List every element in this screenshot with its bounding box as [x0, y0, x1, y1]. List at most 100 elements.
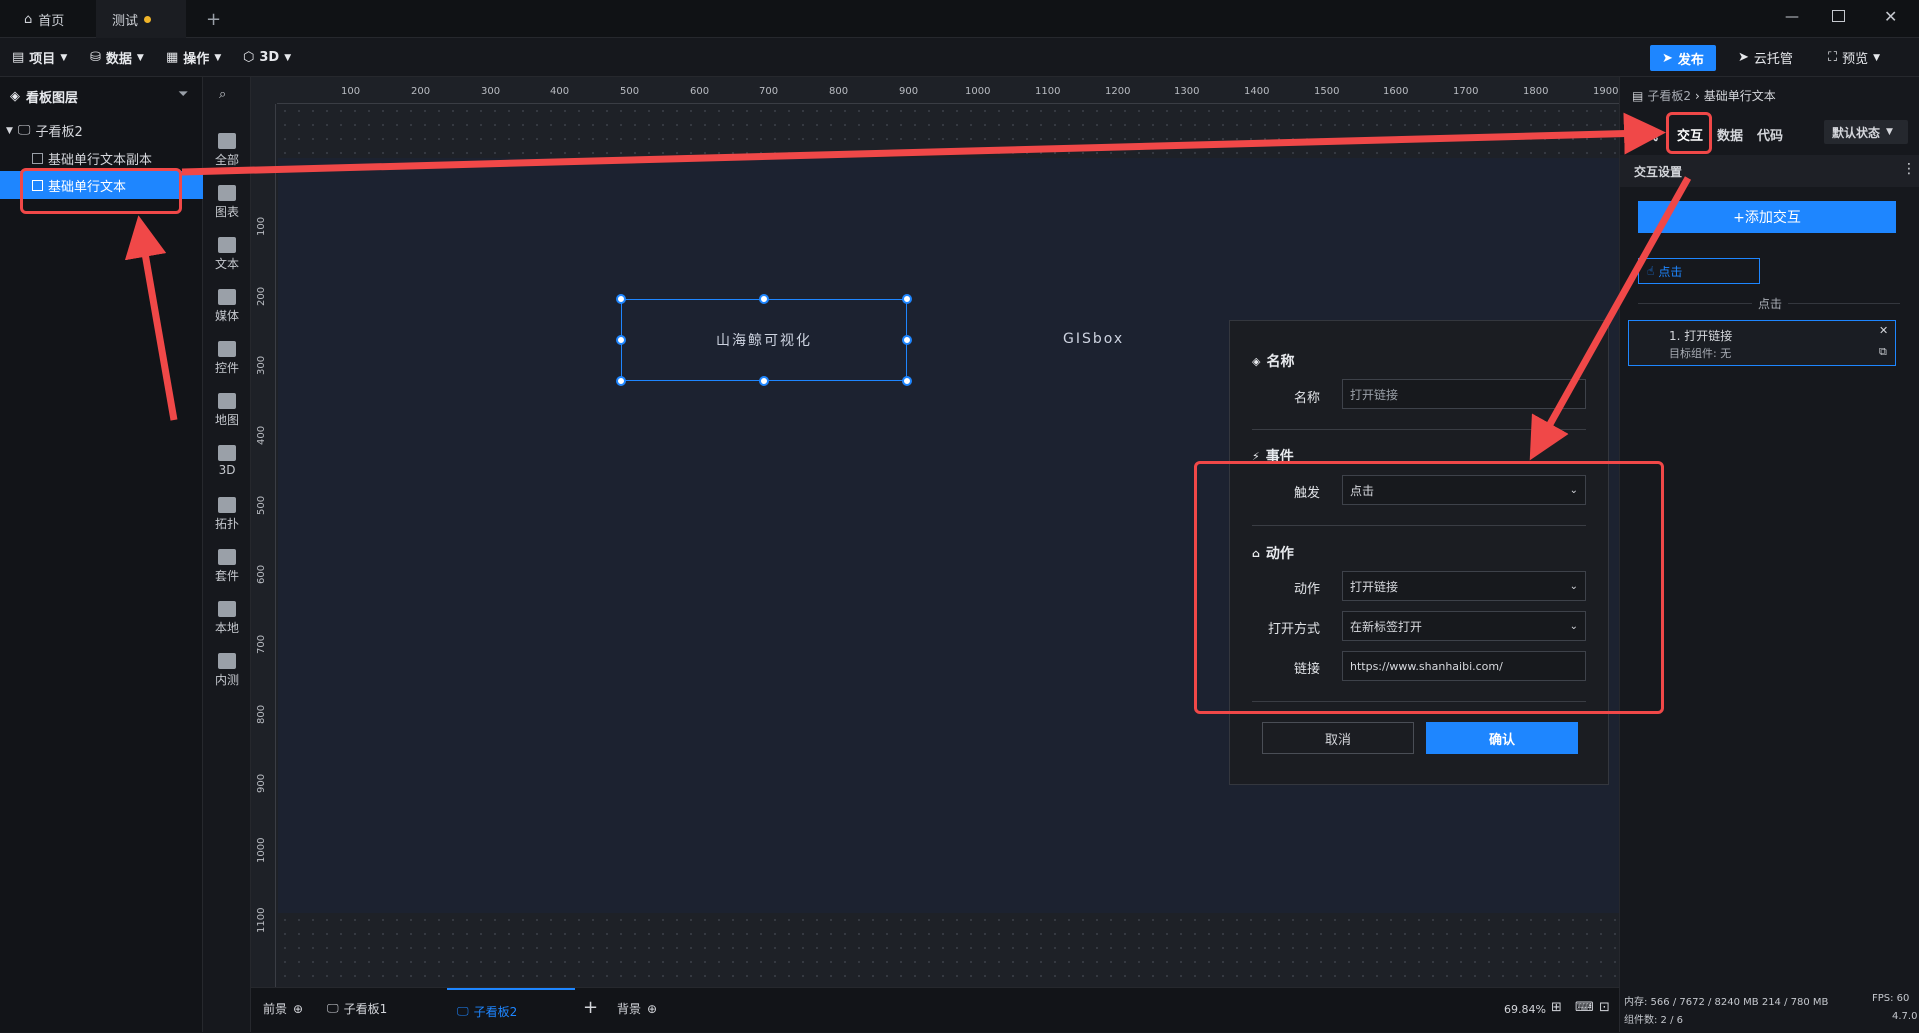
- annotation-box-dialog: [1194, 461, 1664, 714]
- project-icon: ▤: [12, 50, 25, 65]
- chevron-down-icon: ▼: [214, 52, 222, 63]
- close-icon[interactable]: ✕: [1879, 324, 1888, 337]
- component-all[interactable]: 全部: [203, 133, 251, 168]
- resize-handle[interactable]: [759, 294, 769, 304]
- section-title: 交互设置: [1634, 165, 1683, 179]
- menu-operate[interactable]: ▦ 操作 ▼: [166, 38, 221, 77]
- cube-icon: [218, 445, 236, 461]
- grid-icon: [218, 133, 236, 149]
- send-icon: ➤: [1738, 50, 1749, 65]
- layer-group-root[interactable]: ▼ 🖵 子看板2: [6, 121, 83, 140]
- resize-handle[interactable]: [759, 376, 769, 386]
- pointer-icon: ☝: [1647, 264, 1655, 278]
- chevron-down-icon: ▼: [60, 52, 68, 63]
- tab-test[interactable]: 测试: [96, 0, 186, 38]
- component-text[interactable]: 文本: [203, 237, 251, 272]
- restore-icon[interactable]: [1832, 10, 1845, 22]
- canvas-margin-top: [278, 104, 1619, 158]
- bar-chart-icon: [218, 653, 236, 669]
- unsaved-dot-icon: [144, 15, 152, 23]
- topology-icon: [218, 497, 236, 513]
- board-tabs-bar: 前景 ⊕ 🖵 子看板1 🖵 子看板2 + 背景 ⊕ 69.84% ⊞ ⌨ ⊡: [251, 987, 1619, 1032]
- selected-text-component[interactable]: 山海鲸可视化: [621, 299, 907, 381]
- copy-icon[interactable]: ⧉: [1879, 345, 1887, 359]
- cube-icon: ⬡: [243, 50, 255, 65]
- component-media[interactable]: 媒体: [203, 289, 251, 324]
- tab-background[interactable]: 背景 ⊕: [617, 1000, 657, 1017]
- property-panel: ▤ 子看板2 › 基础单行文本 样式 交互 数据 代码 默认状态 ▼ 交互设置 ⋮…: [1619, 77, 1919, 1032]
- board-icon: 🖵: [17, 123, 31, 138]
- add-circle-icon[interactable]: ⊕: [647, 1002, 657, 1016]
- component-topology[interactable]: 拓扑: [203, 497, 251, 532]
- search-icon[interactable]: ⌕: [219, 87, 226, 102]
- resize-handle[interactable]: [902, 376, 912, 386]
- keyboard-icon[interactable]: ⌨: [1575, 1000, 1594, 1015]
- toolbar: ▤ 项目 ▼ ⛁ 数据 ▼ ▦ 操作 ▼ ⬡ 3D ▼ ➤ 发布 ➤ 云托管 ⛶ 预览 ▼: [0, 38, 1919, 77]
- tab-code[interactable]: 代码: [1757, 125, 1783, 144]
- puzzle-icon: [218, 601, 236, 617]
- menu-project[interactable]: ▤ 项目 ▼: [12, 38, 67, 77]
- component-control[interactable]: 控件: [203, 341, 251, 376]
- zoom-level[interactable]: 69.84%: [1504, 1003, 1546, 1016]
- database-icon: ⛁: [90, 50, 101, 65]
- interaction-item[interactable]: 1. 打开链接 目标组件: 无 ✕ ⧉: [1628, 320, 1896, 366]
- chevron-down-icon: ▼: [1873, 52, 1881, 63]
- control-icon: [218, 341, 236, 357]
- add-interaction-button[interactable]: +添加交互: [1638, 201, 1896, 233]
- name-section-title: ◈ 名称: [1252, 354, 1295, 370]
- state-select[interactable]: 默认状态 ▼: [1824, 120, 1908, 144]
- tab-board2[interactable]: 🖵 子看板2: [447, 988, 575, 1033]
- cancel-button[interactable]: 取消: [1262, 722, 1414, 754]
- resize-handle[interactable]: [616, 294, 626, 304]
- component-count: 组件数: 2 / 6: [1624, 1015, 1683, 1026]
- fps-status: FPS: 60: [1872, 993, 1910, 1004]
- confirm-button[interactable]: 确认: [1426, 722, 1578, 754]
- annotation-box-tab: [1666, 112, 1712, 154]
- component-map[interactable]: 地图: [203, 393, 251, 428]
- chevron-down-icon: ▼: [284, 52, 292, 63]
- tab-home[interactable]: ⌂ 首页: [8, 0, 92, 38]
- terminal-icon[interactable]: ⊡: [1599, 1000, 1610, 1015]
- layers-icon: ◈: [10, 89, 20, 104]
- annotation-box-layer: [20, 168, 182, 214]
- tab-board1[interactable]: 🖵 子看板1: [327, 1000, 387, 1017]
- add-circle-icon[interactable]: ⊕: [293, 1002, 303, 1016]
- close-icon[interactable]: ✕: [1884, 7, 1897, 26]
- more-icon[interactable]: ⋮: [1902, 161, 1916, 177]
- component-3d[interactable]: 3D: [203, 445, 251, 477]
- version-label: 4.7.0: [1892, 1011, 1918, 1022]
- text-component[interactable]: GISbox: [1063, 331, 1124, 347]
- filter-icon[interactable]: ⏷: [178, 87, 188, 102]
- component-beta[interactable]: 内测: [203, 653, 251, 688]
- publish-button[interactable]: ➤ 发布: [1650, 45, 1716, 71]
- tab-foreground[interactable]: 前景 ⊕: [263, 1000, 303, 1017]
- fit-screen-icon[interactable]: ⊞: [1551, 1000, 1562, 1015]
- group-label: 点击: [1752, 295, 1789, 312]
- menu-3d[interactable]: ⬡ 3D ▼: [243, 38, 291, 77]
- resize-handle[interactable]: [616, 335, 626, 345]
- name-input[interactable]: 打开链接: [1342, 379, 1586, 409]
- tab-data[interactable]: 数据: [1717, 125, 1743, 144]
- resize-handle[interactable]: [902, 294, 912, 304]
- component-local[interactable]: 本地: [203, 601, 251, 636]
- layer-item[interactable]: 基础单行文本副本: [32, 149, 152, 168]
- board-icon: 🖵: [457, 1004, 469, 1018]
- component-chart[interactable]: 图表: [203, 185, 251, 220]
- layer-panel-title: ◈ 看板图层: [10, 89, 79, 106]
- component-library: ⌕ 全部 图表 文本 媒体 控件 地图 3D 拓扑 套件 本地 内测: [203, 77, 251, 1032]
- menu-data[interactable]: ⛁ 数据 ▼: [90, 38, 144, 77]
- add-tab-icon[interactable]: +: [190, 0, 237, 38]
- grid-icon: ▦: [166, 50, 179, 65]
- bar-chart-icon: [218, 185, 236, 201]
- send-icon: ➤: [1662, 50, 1673, 66]
- trigger-tag[interactable]: ☝ 点击: [1638, 258, 1760, 284]
- resize-handle[interactable]: [902, 335, 912, 345]
- preview-button[interactable]: ⛶ 预览 ▼: [1828, 38, 1880, 77]
- canvas-margin-bottom: [278, 913, 1619, 987]
- add-board-icon[interactable]: +: [583, 997, 598, 1018]
- resize-handle[interactable]: [616, 376, 626, 386]
- tab-style[interactable]: 样式: [1632, 125, 1658, 144]
- cloud-host-button[interactable]: ➤ 云托管: [1738, 38, 1793, 77]
- component-suite[interactable]: 套件: [203, 549, 251, 584]
- minimize-icon[interactable]: —: [1785, 9, 1799, 25]
